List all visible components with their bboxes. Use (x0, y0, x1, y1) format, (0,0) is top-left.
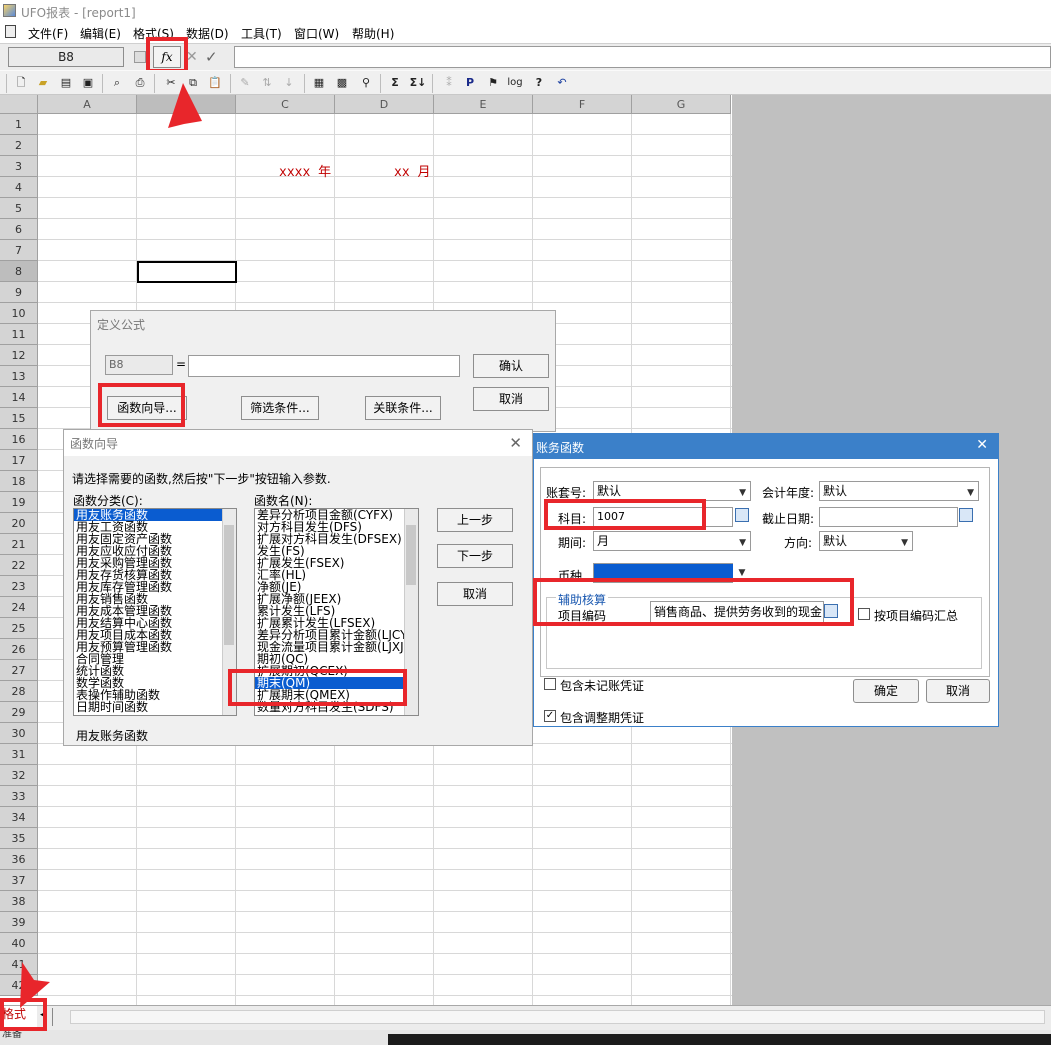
arrow-to-format-icon (20, 890, 78, 1008)
arrow-to-fx-icon (168, 83, 212, 230)
annotation-arrows (20, 83, 212, 1008)
